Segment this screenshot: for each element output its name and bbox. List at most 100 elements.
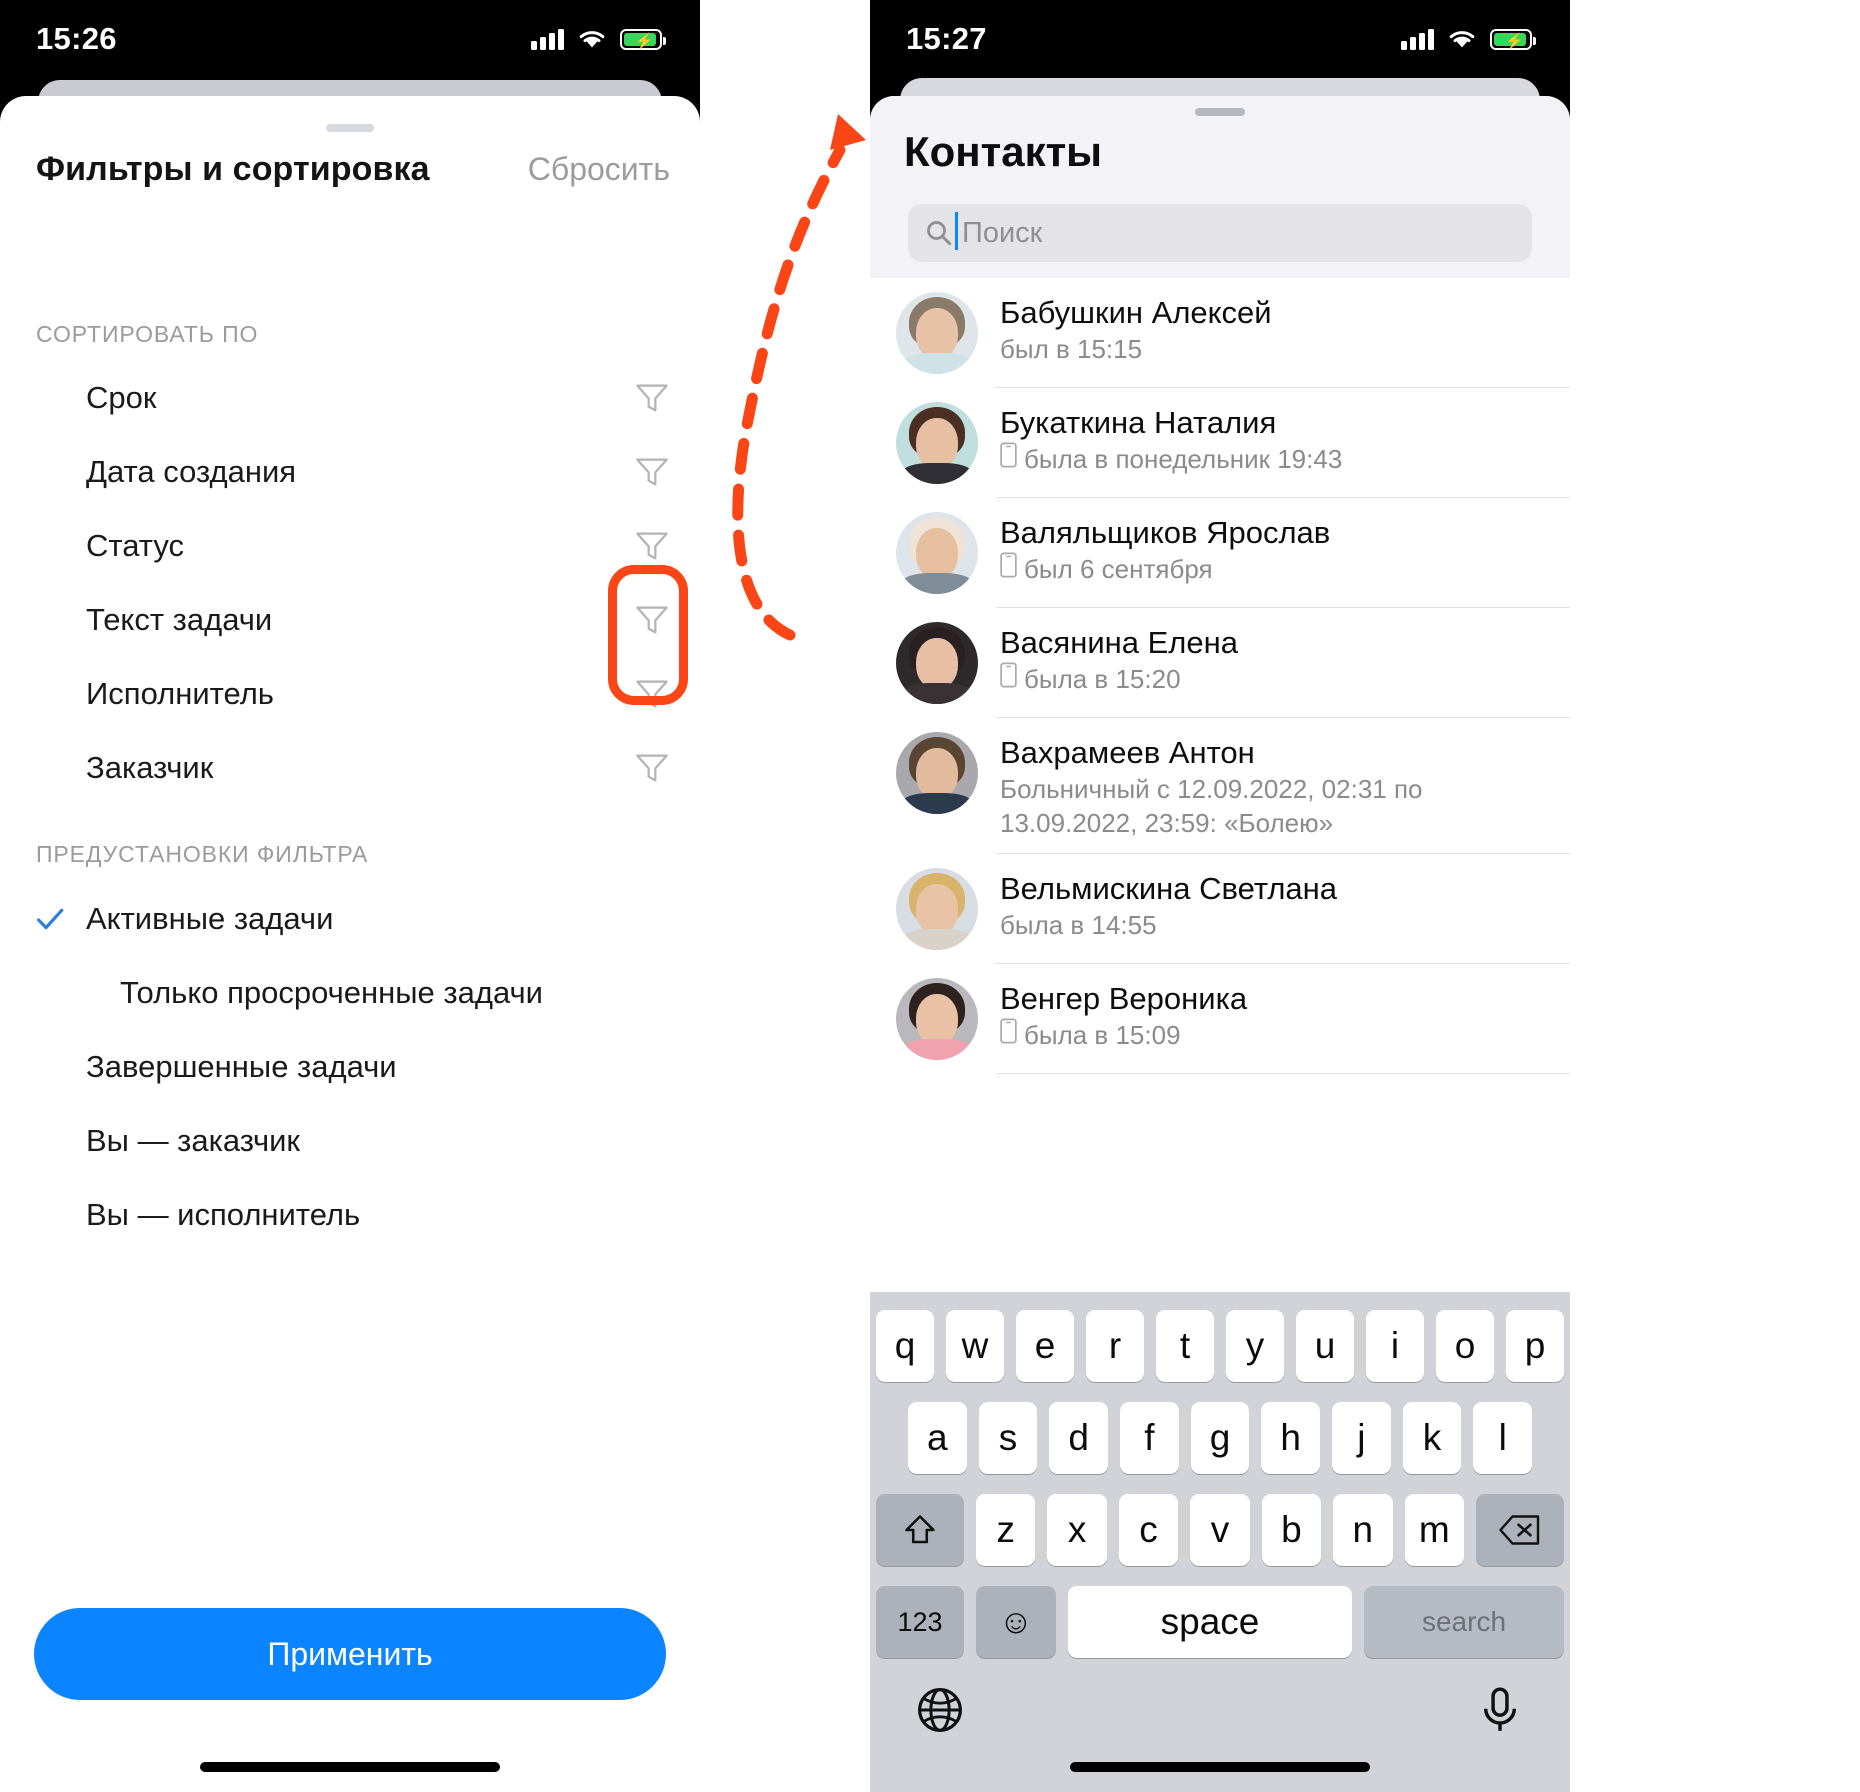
space-key[interactable]: space	[1068, 1586, 1352, 1658]
key-h[interactable]: h	[1261, 1402, 1321, 1474]
home-indicator	[200, 1762, 500, 1772]
contact-body: Бабушкин Алексей был в 15:15	[978, 292, 1570, 374]
contact-list-item[interactable]: Вахрамеев Антон Больничный с 12.09.2022, …	[870, 718, 1570, 854]
key-a[interactable]: a	[907, 1402, 967, 1474]
contact-name: Венгер Вероника	[1000, 981, 1248, 1016]
sort-row[interactable]: Текст задачи	[0, 583, 700, 657]
contact-list-item[interactable]: Васянина Елена была в 15:20	[870, 608, 1570, 718]
sort-row[interactable]: Статус	[0, 509, 700, 583]
key-q[interactable]: q	[876, 1310, 934, 1382]
contact-name: Васянина Елена	[1000, 625, 1238, 660]
key-o[interactable]: o	[1436, 1310, 1494, 1382]
sheet-grabber[interactable]	[326, 124, 374, 132]
contacts-sheet: Контакты Поиск Бабушкин Алексей был в 15:…	[870, 96, 1570, 1792]
key-v[interactable]: v	[1190, 1494, 1250, 1566]
keyboard-row-2: asdfghjkl	[876, 1402, 1564, 1474]
globe-icon[interactable]	[914, 1684, 966, 1736]
key-k[interactable]: k	[1402, 1402, 1462, 1474]
preset-row-label: Активные задачи	[86, 901, 334, 936]
contact-list-item[interactable]: Букаткина Наталия была в понедельник 19:4…	[870, 388, 1570, 498]
battery-charging-icon: ⚡	[620, 28, 666, 50]
backspace-icon	[1499, 1515, 1540, 1545]
key-b[interactable]: b	[1261, 1494, 1322, 1566]
avatar-image	[896, 732, 978, 814]
contact-list-item[interactable]: Вельмискина Светлана была в 14:55	[870, 854, 1570, 964]
preset-row[interactable]: Завершенные задачи	[0, 1030, 700, 1104]
sort-row-label: Исполнитель	[86, 676, 274, 711]
preset-row[interactable]: Активные задачи	[0, 882, 700, 956]
right-status-bar: 15:27 ⚡	[870, 0, 1570, 78]
numbers-key[interactable]: 123	[876, 1586, 964, 1658]
key-w[interactable]: w	[946, 1310, 1004, 1382]
contact-status: была в 15:20	[1000, 662, 1560, 696]
status-time: 15:26	[36, 21, 117, 56]
key-x[interactable]: x	[1047, 1494, 1107, 1566]
funnel-icon[interactable]	[632, 674, 672, 714]
search-input[interactable]: Поиск	[955, 211, 1043, 250]
key-r[interactable]: r	[1086, 1310, 1144, 1382]
keyboard-row-4: 123 ☺ space search	[876, 1586, 1564, 1658]
sort-row[interactable]: Срок	[0, 361, 700, 435]
contact-status-text: была в 15:20	[1024, 664, 1181, 694]
key-n[interactable]: n	[1333, 1494, 1393, 1566]
contact-name: Вахрамеев Антон	[1000, 735, 1255, 770]
search-field[interactable]: Поиск	[908, 204, 1532, 262]
key-i[interactable]: i	[1366, 1310, 1424, 1382]
key-t[interactable]: t	[1156, 1310, 1214, 1382]
key-p[interactable]: p	[1506, 1310, 1564, 1382]
key-c[interactable]: c	[1118, 1494, 1179, 1566]
key-z[interactable]: z	[976, 1494, 1036, 1566]
key-y[interactable]: y	[1226, 1310, 1284, 1382]
funnel-icon[interactable]	[632, 748, 672, 788]
key-j[interactable]: j	[1332, 1402, 1391, 1474]
emoji-icon[interactable]: ☺	[976, 1586, 1056, 1658]
key-g[interactable]: g	[1190, 1402, 1250, 1474]
contact-name: Валяльщиков Ярослав	[1000, 515, 1331, 550]
contact-list-item[interactable]: Бабушкин Алексей был в 15:15	[870, 278, 1570, 388]
avatar	[896, 978, 978, 1060]
contact-status-text: была в 15:09	[1024, 1020, 1181, 1050]
shift-key[interactable]	[876, 1494, 964, 1566]
search-placeholder: Поиск	[962, 216, 1043, 249]
contact-name: Букаткина Наталия	[1000, 405, 1277, 440]
contact-status: была в 15:09	[1000, 1018, 1560, 1052]
key-u[interactable]: u	[1296, 1310, 1354, 1382]
microphone-icon[interactable]	[1474, 1684, 1526, 1736]
sort-row-label: Срок	[86, 380, 157, 415]
key-m[interactable]: m	[1404, 1494, 1464, 1566]
right-phone-screen: 15:27 ⚡ Контакты Поиск Бабушкин Алексей …	[870, 0, 1570, 1792]
checkmark-icon	[34, 903, 66, 935]
preset-row[interactable]: Только просроченные задачи	[0, 956, 700, 1030]
key-f[interactable]: f	[1120, 1402, 1179, 1474]
contact-status: была в 14:55	[1000, 908, 1560, 942]
phone-icon	[1000, 1018, 1017, 1052]
preset-row-label: Только просроченные задачи	[120, 975, 543, 1010]
contact-status-text: была в 14:55	[1000, 910, 1157, 940]
avatar-image	[896, 868, 978, 950]
preset-row[interactable]: Вы — исполнитель	[0, 1178, 700, 1252]
contact-body: Букаткина Наталия была в понедельник 19:4…	[978, 402, 1570, 484]
key-l[interactable]: l	[1473, 1402, 1533, 1474]
contact-list-item[interactable]: Валяльщиков Ярослав был 6 сентября	[870, 498, 1570, 608]
contact-list-item[interactable]: Венгер Вероника была в 15:09	[870, 964, 1570, 1074]
keyboard-bottom-bar	[870, 1678, 1570, 1736]
sheet-grabber[interactable]	[1195, 108, 1245, 116]
preset-row[interactable]: Вы — заказчик	[0, 1104, 700, 1178]
screenshot-root: 15:26 ⚡ Фильтры и сортировка Сбросить СО…	[0, 0, 1860, 1792]
key-e[interactable]: e	[1016, 1310, 1074, 1382]
apply-button[interactable]: Применить	[34, 1608, 666, 1700]
key-d[interactable]: d	[1049, 1402, 1108, 1474]
key-s[interactable]: s	[978, 1402, 1038, 1474]
backspace-key[interactable]	[1476, 1494, 1564, 1566]
onscreen-keyboard[interactable]: qwertyuiop asdfghjkl zxcvbnm 123 ☺ space…	[870, 1292, 1570, 1792]
contact-name: Бабушкин Алексей	[1000, 295, 1272, 330]
contact-name: Вельмискина Светлана	[1000, 871, 1338, 906]
avatar	[896, 868, 978, 950]
sort-row[interactable]: Дата создания	[0, 435, 700, 509]
search-key[interactable]: search	[1364, 1586, 1564, 1658]
sort-row[interactable]: Исполнитель	[0, 657, 700, 731]
sort-row[interactable]: Заказчик	[0, 731, 700, 805]
status-indicators: ⚡	[1401, 28, 1536, 50]
presets-section-label: ПРЕДУСТАНОВКИ ФИЛЬТРА	[36, 841, 369, 867]
contact-body: Васянина Елена была в 15:20	[978, 622, 1570, 704]
